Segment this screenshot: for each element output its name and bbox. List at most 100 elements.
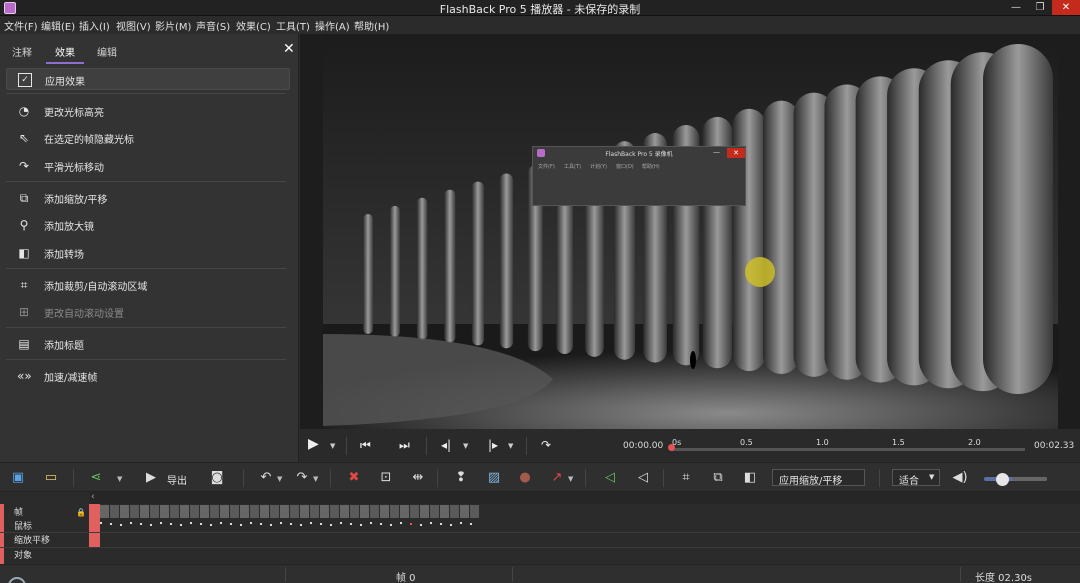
frame-cell[interactable] xyxy=(390,505,399,518)
undo-icon[interactable]: ↶ xyxy=(258,470,274,486)
effect-hide-cursor[interactable]: ⇖ 在选定的帧隐藏光标 xyxy=(6,127,290,149)
frame-cell[interactable] xyxy=(400,505,409,518)
export-icon[interactable]: ▶ xyxy=(143,470,159,486)
effect-add-zoom-pan[interactable]: ⧉ 添加缩放/平移 xyxy=(6,187,290,209)
lock-icon[interactable]: 🔒 xyxy=(76,508,86,517)
frame-cell[interactable] xyxy=(220,505,229,518)
frame-cell[interactable] xyxy=(230,505,239,518)
frame-cell[interactable] xyxy=(260,505,269,518)
redo-options-caret-icon[interactable]: ▼ xyxy=(313,475,318,483)
close-button[interactable]: ✕ xyxy=(1052,0,1080,15)
frame-cell[interactable] xyxy=(200,505,209,518)
frame-cell[interactable] xyxy=(270,505,279,518)
frame-cell[interactable] xyxy=(290,505,299,518)
play-button[interactable]: ▶ xyxy=(308,436,319,452)
loop-button[interactable]: ↷ xyxy=(541,438,551,452)
menu-movie[interactable]: 影片(M) xyxy=(155,18,191,33)
frame-cell[interactable] xyxy=(170,505,179,518)
effect-smooth-cursor[interactable]: ↷ 平滑光标移动 xyxy=(6,155,290,177)
transition-tool-icon[interactable]: ◧ xyxy=(742,470,758,486)
frame-cell[interactable] xyxy=(140,505,149,518)
share-icon[interactable]: ⋖ xyxy=(88,470,104,486)
menu-edit[interactable]: 编辑(E) xyxy=(41,18,75,33)
share-options-caret-icon[interactable]: ▼ xyxy=(117,475,122,483)
playhead[interactable] xyxy=(668,444,675,451)
video-frame[interactable]: FlashBack Pro 5 录像机 — ✕ 文件(F) 工具(T) 计划(Y… xyxy=(323,34,1058,429)
previous-frame-button[interactable]: ◂| xyxy=(441,438,451,452)
frame-cell[interactable] xyxy=(410,505,419,518)
add-audio-icon[interactable]: ◁ xyxy=(602,470,618,486)
camera-icon[interactable]: ◙ xyxy=(209,470,225,486)
frame-cell[interactable] xyxy=(460,505,469,518)
frame-cell[interactable] xyxy=(250,505,259,518)
menu-insert[interactable]: 插入(I) xyxy=(79,18,110,33)
insert-frame-icon[interactable]: ⊡ xyxy=(378,470,394,486)
zoom-fit-caret-icon[interactable]: ▼ xyxy=(929,473,934,481)
frame-cell[interactable] xyxy=(420,505,429,518)
go-to-end-button[interactable]: ⏭ xyxy=(399,438,410,453)
frame-cell[interactable] xyxy=(110,505,119,518)
menu-effects[interactable]: 效果(C) xyxy=(236,18,271,33)
frame-cell[interactable] xyxy=(320,505,329,518)
volume-slider-knob[interactable] xyxy=(996,473,1009,486)
frame-cell[interactable] xyxy=(450,505,459,518)
frame-cell[interactable] xyxy=(370,505,379,518)
frame-cell[interactable] xyxy=(120,505,129,518)
frame-cell[interactable] xyxy=(160,505,169,518)
frames-track[interactable] xyxy=(100,505,480,518)
frame-cell[interactable] xyxy=(210,505,219,518)
frame-cell[interactable] xyxy=(380,505,389,518)
menu-help[interactable]: 帮助(H) xyxy=(354,18,389,33)
tab-effects[interactable]: 效果 xyxy=(55,44,75,59)
tab-edit[interactable]: 编辑 xyxy=(97,44,117,59)
go-to-start-button[interactable]: ⏮ xyxy=(360,438,371,453)
effect-cursor-highlight[interactable]: ◔ 更改光标高亮 xyxy=(6,100,290,122)
maximize-button[interactable]: ❐ xyxy=(1028,0,1052,15)
frame-cell[interactable] xyxy=(340,505,349,518)
frame-cell[interactable] xyxy=(240,505,249,518)
seek-bar[interactable] xyxy=(670,448,1025,451)
effect-add-caption[interactable]: ▤ 添加标题 xyxy=(6,333,290,355)
frame-cell[interactable] xyxy=(150,505,159,518)
delete-icon[interactable]: ✖ xyxy=(346,470,362,486)
tab-annotations[interactable]: 注释 xyxy=(12,44,32,59)
arrow-icon[interactable]: ↗ xyxy=(549,470,565,486)
timeline-ruler[interactable]: ‹ xyxy=(89,492,1080,504)
scroll-left-icon[interactable]: ‹ xyxy=(91,492,95,502)
effect-add-crop[interactable]: ⌗ 添加裁剪/自动滚动区域 xyxy=(6,274,290,296)
frame-cell[interactable] xyxy=(440,505,449,518)
next-frame-button[interactable]: |▸ xyxy=(488,438,498,452)
minimize-button[interactable]: — xyxy=(1004,0,1028,15)
arrow-options-caret-icon[interactable]: ▼ xyxy=(568,475,573,483)
effect-add-magnifier[interactable]: ⚲ 添加放大镜 xyxy=(6,214,290,236)
frame-cell[interactable] xyxy=(430,505,439,518)
frame-cell[interactable] xyxy=(130,505,139,518)
undo-options-caret-icon[interactable]: ▼ xyxy=(277,475,282,483)
previous-options-caret-icon[interactable]: ▼ xyxy=(463,442,468,450)
trim-icon[interactable]: ⇹ xyxy=(410,470,426,486)
frame-cell[interactable] xyxy=(280,505,289,518)
crop-tool-icon[interactable]: ⌗ xyxy=(678,470,694,486)
effect-apply[interactable]: ✓ 应用效果 xyxy=(6,68,290,90)
next-options-caret-icon[interactable]: ▼ xyxy=(508,442,513,450)
menu-sound[interactable]: 声音(S) xyxy=(196,18,230,33)
mute-audio-icon[interactable]: ◁ xyxy=(635,470,651,486)
frame-cell[interactable] xyxy=(330,505,339,518)
export-button[interactable]: 导出 xyxy=(167,472,187,487)
frame-cell[interactable] xyxy=(300,505,309,518)
mouse-track[interactable] xyxy=(100,522,480,528)
play-options-caret-icon[interactable]: ▼ xyxy=(330,442,335,450)
text-box-icon[interactable]: ❢ xyxy=(453,470,469,486)
frame-cell[interactable] xyxy=(360,505,369,518)
menu-actions[interactable]: 操作(A) xyxy=(315,18,350,33)
shape-icon[interactable]: ● xyxy=(517,470,533,486)
open-folder-icon[interactable]: ▭ xyxy=(43,470,59,486)
image-icon[interactable]: ▨ xyxy=(486,470,502,486)
save-icon[interactable]: ▣ xyxy=(10,470,26,486)
frame-cell[interactable] xyxy=(190,505,199,518)
effect-name-field[interactable]: 应用缩放/平移 xyxy=(772,469,865,487)
frame-cell[interactable] xyxy=(180,505,189,518)
zoom-pan-tool-icon[interactable]: ⧉ xyxy=(710,470,726,486)
frame-cell[interactable] xyxy=(310,505,319,518)
frame-cell[interactable] xyxy=(100,505,109,518)
